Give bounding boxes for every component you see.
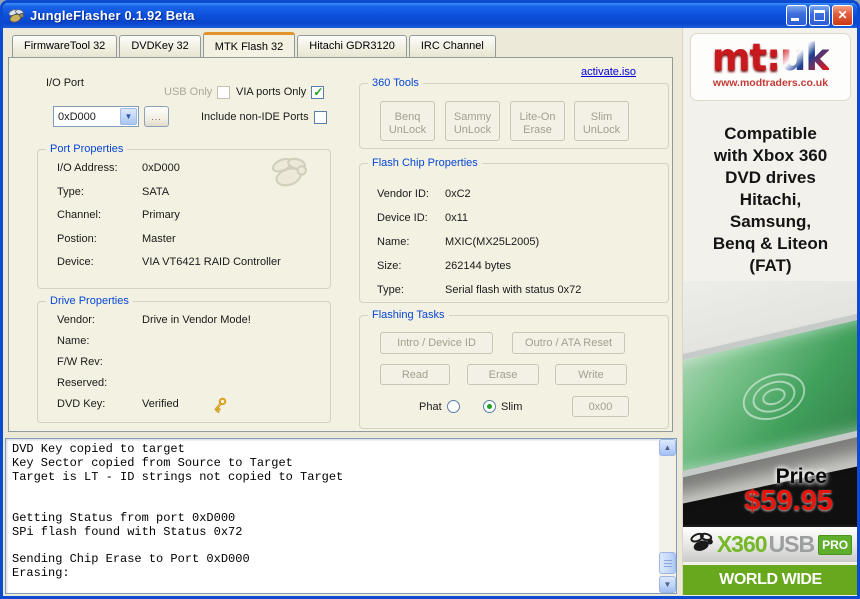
tab-mtkflash32[interactable]: MTK Flash 32: [202, 32, 296, 57]
dvd-key-icon: [211, 396, 228, 419]
phat-radio-label: Phat: [419, 400, 442, 413]
modtraders-url: www.modtraders.co.uk: [712, 77, 829, 89]
flash-prop-row: Name: MXIC(MX25L2005): [377, 236, 540, 248]
port-prop-row: Type: SATA: [57, 185, 170, 198]
chevron-down-icon[interactable]: ▼: [120, 108, 137, 125]
slim-radio-label: Slim: [501, 400, 523, 413]
phat-radio[interactable]: [446, 400, 460, 413]
flash-prop-row: Size: 262144 bytes: [377, 260, 512, 272]
tab-hitachi-gdr3120[interactable]: Hitachi GDR3120: [297, 35, 407, 57]
port-prop-row: Device: VIA VT6421 RAID Controller: [57, 256, 281, 268]
x360usb-pro-banner[interactable]: X360 USB PRO: [683, 525, 857, 562]
flash-prop-row: Device ID: 0x11: [377, 212, 469, 224]
port-prop-row: I/O Address: 0xD000: [57, 162, 180, 174]
slim-radio-row: Slim: [483, 400, 522, 413]
io-port-selected-value: 0xD000: [58, 110, 96, 123]
shipping-banner[interactable]: WORLD WIDE SHIPPING: [683, 565, 857, 595]
activate-iso-link[interactable]: activate.iso: [581, 66, 636, 78]
drive-prop-row: DVD Key: Verified: [57, 396, 330, 419]
include-non-ide-label: Include non-IDE Ports: [201, 111, 309, 123]
slim-radio[interactable]: [483, 400, 496, 413]
price-value: $59.95: [744, 485, 833, 517]
io-port-label: I/O Port: [46, 77, 84, 89]
via-ports-only-label: VIA ports Only: [236, 86, 307, 98]
jungleflasher-bee-icon: [7, 8, 25, 24]
browse-ports-button[interactable]: ...: [144, 106, 169, 127]
via-ports-only-checkbox[interactable]: [311, 85, 325, 99]
include-non-ide-checkbox[interactable]: [313, 110, 327, 124]
slim-unlock-button[interactable]: Slim UnLock: [574, 101, 629, 141]
scroll-up-icon[interactable]: ▲: [659, 439, 676, 456]
minimize-button[interactable]: [786, 5, 807, 26]
compatibility-text: Compatible with Xbox 360 DVD drives Hita…: [712, 124, 829, 275]
group-flashing-tasks: Flashing Tasks Intro / Device ID Outro /…: [359, 309, 669, 429]
liteon-erase-button[interactable]: Lite-On Erase: [510, 101, 565, 141]
flash-prop-row: Vendor ID: 0xC2: [377, 188, 471, 200]
tab-bar: FirmwareTool 32 DVDKey 32 MTK Flash 32 H…: [12, 32, 496, 57]
via-ports-only-row: VIA ports Only: [236, 85, 325, 99]
x360usb-bee-icon: [689, 532, 715, 558]
sammy-unlock-button[interactable]: Sammy UnLock: [445, 101, 500, 141]
log-output[interactable]: DVD Key copied to target Key Sector copi…: [5, 438, 677, 594]
usb-text: USB: [768, 531, 816, 557]
modtraders-logo-link[interactable]: mt:uk www.modtraders.co.uk: [690, 33, 851, 101]
window-title: JungleFlasher 0.1.92 Beta: [30, 8, 195, 23]
drive-prop-row: Vendor: Drive in Vendor Mode!: [57, 314, 251, 326]
port-prop-row: Postion: Master: [57, 232, 176, 245]
tab-firmwaretool32[interactable]: FirmwareTool 32: [12, 35, 118, 57]
group-360-tools: 360 Tools Benq UnLock Sammy UnLock Lite-…: [359, 77, 669, 149]
maximize-button[interactable]: [809, 5, 830, 26]
tab-page-mtk-flash: activate.iso I/O Port 0xD000 ▼ ... USB O…: [8, 57, 673, 432]
group-port-properties: Port Properties I/O Address: 0xD000 Type:…: [37, 143, 331, 289]
include-non-ide-row: Include non-IDE Ports: [201, 110, 327, 124]
drive-prop-row: F/W Rev:: [57, 356, 103, 368]
write-button[interactable]: Write: [555, 364, 627, 385]
tab-irc-channel[interactable]: IRC Channel: [408, 35, 496, 57]
close-button[interactable]: ✕: [832, 5, 853, 26]
minimize-icon: [791, 18, 799, 21]
x360usb-device-image: [683, 305, 857, 487]
drive-prop-row: Reserved:: [57, 377, 108, 389]
x360-text: X360: [716, 531, 768, 557]
ad-panel: mt:uk www.modtraders.co.uk Compatible wi…: [682, 28, 857, 596]
group-drive-properties: Drive Properties Vendor: Drive in Vendor …: [37, 295, 331, 423]
scroll-down-icon[interactable]: ▼: [659, 576, 676, 593]
flash-prop-row: Type: Serial flash with status 0x72: [377, 284, 582, 296]
title-bar[interactable]: JungleFlasher 0.1.92 Beta ✕: [3, 3, 857, 28]
read-button[interactable]: Read: [380, 364, 450, 385]
log-text: DVD Key copied to target Key Sector copi…: [12, 442, 344, 581]
usb-only-label: USB Only: [164, 86, 213, 98]
io-port-select[interactable]: 0xD000 ▼: [53, 106, 139, 127]
pro-badge: PRO: [818, 534, 853, 555]
group-flashing-tasks-title: Flashing Tasks: [368, 309, 449, 321]
tab-dvdkey32[interactable]: DVDKey 32: [119, 35, 201, 57]
scroll-thumb[interactable]: [659, 552, 676, 574]
drive-prop-row: Name:: [57, 335, 90, 347]
app-window: JungleFlasher 0.1.92 Beta ✕ FirmwareTool…: [0, 0, 860, 599]
port-prop-row: Channel: Primary: [57, 209, 180, 221]
outro-ata-reset-button[interactable]: Outro / ATA Reset: [512, 332, 625, 354]
phat-radio-row: Phat: [419, 400, 460, 413]
app-content: FirmwareTool 32 DVDKey 32 MTK Flash 32 H…: [3, 28, 857, 596]
benq-unlock-button[interactable]: Benq UnLock: [380, 101, 435, 141]
group-flash-chip-properties: Flash Chip Properties Vendor ID: 0xC2 Dev…: [359, 157, 669, 303]
group-360-tools-title: 360 Tools: [368, 77, 423, 89]
usb-only-checkbox[interactable]: [217, 85, 231, 99]
maximize-icon: [814, 10, 825, 21]
mtuk-logo: mt:uk: [712, 36, 830, 79]
intro-device-id-button[interactable]: Intro / Device ID: [380, 332, 493, 354]
hex-status-button[interactable]: 0x00: [572, 396, 629, 417]
erase-button[interactable]: Erase: [467, 364, 539, 385]
usb-only-row: USB Only: [164, 85, 231, 99]
log-scrollbar[interactable]: ▲ ▼: [659, 439, 676, 593]
